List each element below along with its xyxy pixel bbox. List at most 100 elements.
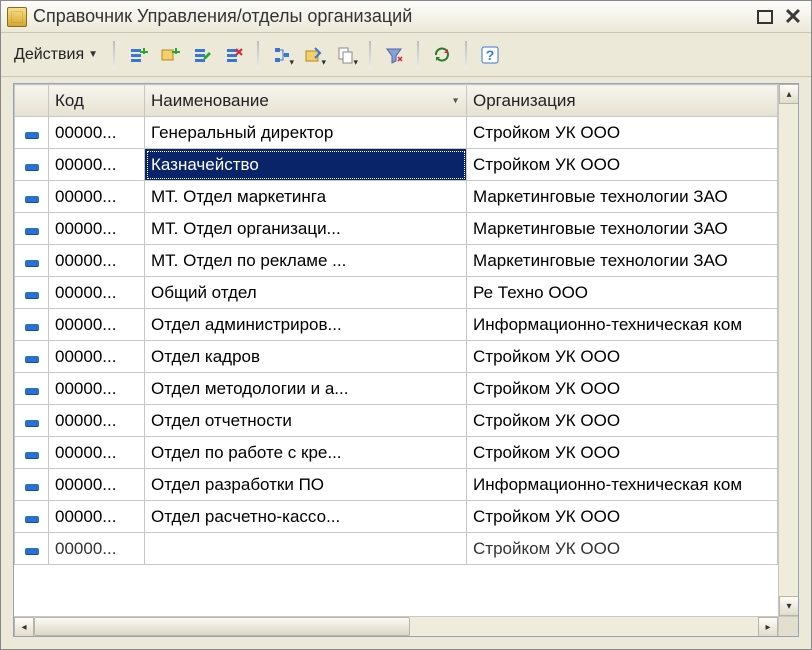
cell-org[interactable]: Ре Техно ООО (467, 277, 778, 309)
toolbar-separator (465, 41, 467, 69)
vertical-scrollbar[interactable]: ▴ ▾ (778, 84, 798, 616)
maximize-icon (757, 10, 773, 24)
cell-name[interactable]: Общий отдел (145, 277, 467, 309)
cell-name[interactable]: Отдел администриров... (145, 309, 467, 341)
maximize-button[interactable] (753, 6, 777, 28)
cell-name[interactable]: МТ. Отдел организаци... (145, 213, 467, 245)
cell-name[interactable]: МТ. Отдел маркетинга (145, 181, 467, 213)
cell-org[interactable]: Стройком УК ООО (467, 405, 778, 437)
horizontal-scrollbar[interactable]: ◂ ▸ (14, 616, 798, 636)
cell-org[interactable]: Стройком УК ООО (467, 341, 778, 373)
row-marker-cell (15, 373, 49, 405)
cell-org[interactable]: Стройком УК ООО (467, 117, 778, 149)
cell-code[interactable]: 00000... (49, 501, 145, 533)
mark-delete-button[interactable] (219, 40, 249, 70)
table-row[interactable]: 00000... Стройком УК ООО (15, 533, 778, 565)
cell-code[interactable]: 00000... (49, 149, 145, 181)
cell-code[interactable]: 00000... (49, 373, 145, 405)
help-button[interactable]: ? (475, 40, 505, 70)
filter-button[interactable] (379, 40, 409, 70)
row-item-icon (25, 164, 39, 170)
hierarchy-icon (272, 45, 292, 65)
cell-code[interactable]: 00000... (49, 469, 145, 501)
scroll-down-button[interactable]: ▾ (779, 596, 798, 616)
cell-org[interactable]: Маркетинговые технологии ЗАО (467, 245, 778, 277)
table-row[interactable]: 00000...МТ. Отдел маркетингаМаркетинговы… (15, 181, 778, 213)
cell-code[interactable]: 00000... (49, 437, 145, 469)
table-row[interactable]: 00000...Отдел по работе с кре...Стройком… (15, 437, 778, 469)
cell-name[interactable] (145, 533, 467, 565)
cell-code[interactable]: 00000... (49, 117, 145, 149)
cell-name[interactable]: Отдел разработки ПО (145, 469, 467, 501)
col-header-name[interactable]: Наименование (145, 85, 467, 117)
copy-icon (336, 45, 356, 65)
svg-text:?: ? (486, 47, 495, 63)
add-button[interactable] (123, 40, 153, 70)
scroll-thumb[interactable] (34, 617, 410, 636)
scroll-up-button[interactable]: ▴ (779, 84, 798, 104)
cell-name[interactable]: Отдел отчетности (145, 405, 467, 437)
table-row[interactable]: 00000...Отдел разработки ПОИнформационно… (15, 469, 778, 501)
cell-name[interactable]: Отдел методологии и а... (145, 373, 467, 405)
col-header-code[interactable]: Код (49, 85, 145, 117)
cell-org[interactable]: Информационно-техническая ком (467, 309, 778, 341)
cell-org[interactable]: Информационно-техническая ком (467, 469, 778, 501)
table-row[interactable]: 00000...Отдел кадровСтройком УК ООО (15, 341, 778, 373)
col-header-icon[interactable] (15, 85, 49, 117)
actions-menu-label: Действия (14, 46, 84, 64)
cell-org[interactable]: Стройком УК ООО (467, 533, 778, 565)
cell-code[interactable]: 00000... (49, 533, 145, 565)
copy-button[interactable] (331, 40, 361, 70)
cell-name[interactable]: Генеральный директор (145, 117, 467, 149)
cell-name[interactable]: Отдел кадров (145, 341, 467, 373)
toolbar-separator (369, 41, 371, 69)
cell-org[interactable]: Маркетинговые технологии ЗАО (467, 181, 778, 213)
col-header-org[interactable]: Организация (467, 85, 778, 117)
cell-code[interactable]: 00000... (49, 405, 145, 437)
row-item-icon (25, 548, 39, 554)
refresh-button[interactable] (427, 40, 457, 70)
table-row[interactable]: 00000...Отдел отчетностиСтройком УК ООО (15, 405, 778, 437)
cell-code[interactable]: 00000... (49, 341, 145, 373)
edit-button[interactable] (187, 40, 217, 70)
cell-org[interactable]: Стройком УК ООО (467, 501, 778, 533)
cell-org[interactable]: Стройком УК ООО (467, 149, 778, 181)
cell-name[interactable]: Отдел расчетно-кассо... (145, 501, 467, 533)
cell-name[interactable]: МТ. Отдел по рекламе ... (145, 245, 467, 277)
toolbar-separator (257, 41, 259, 69)
cell-name[interactable]: Казначейство (145, 149, 467, 181)
table-row[interactable]: 00000...Отдел расчетно-кассо...Стройком … (15, 501, 778, 533)
cell-code[interactable]: 00000... (49, 213, 145, 245)
table-row[interactable]: 00000...КазначействоСтройком УК ООО (15, 149, 778, 181)
grid-header-row: Код Наименование Организация (15, 85, 778, 117)
hierarchy-button[interactable] (267, 40, 297, 70)
move-to-group-button[interactable] (299, 40, 329, 70)
table-row[interactable]: 00000...Генеральный директорСтройком УК … (15, 117, 778, 149)
cell-code[interactable]: 00000... (49, 277, 145, 309)
row-item-icon (25, 452, 39, 458)
add-group-button[interactable] (155, 40, 185, 70)
scroll-left-button[interactable]: ◂ (14, 617, 34, 637)
cell-code[interactable]: 00000... (49, 309, 145, 341)
table-row[interactable]: 00000...МТ. Отдел организаци...Маркетинг… (15, 213, 778, 245)
row-marker-cell (15, 405, 49, 437)
scroll-right-button[interactable]: ▸ (758, 617, 778, 637)
cell-name[interactable]: Отдел по работе с кре... (145, 437, 467, 469)
row-marker-cell (15, 245, 49, 277)
close-button[interactable]: ✕ (781, 6, 805, 28)
toolbar-separator (113, 41, 115, 69)
cell-code[interactable]: 00000... (49, 245, 145, 277)
table-row[interactable]: 00000...Отдел администриров...Информацио… (15, 309, 778, 341)
scroll-track[interactable] (779, 104, 798, 596)
table-row[interactable]: 00000...Общий отделРе Техно ООО (15, 277, 778, 309)
scroll-track[interactable] (34, 617, 758, 636)
table-row[interactable]: 00000...Отдел методологии и а...Стройком… (15, 373, 778, 405)
grid-table[interactable]: Код Наименование Организация 00000...Ген… (14, 84, 778, 565)
table-row[interactable]: 00000...МТ. Отдел по рекламе ...Маркетин… (15, 245, 778, 277)
row-item-icon (25, 292, 39, 298)
cell-code[interactable]: 00000... (49, 181, 145, 213)
cell-org[interactable]: Стройком УК ООО (467, 373, 778, 405)
cell-org[interactable]: Стройком УК ООО (467, 437, 778, 469)
cell-org[interactable]: Маркетинговые технологии ЗАО (467, 213, 778, 245)
actions-menu-button[interactable]: Действия ▼ (7, 41, 105, 69)
